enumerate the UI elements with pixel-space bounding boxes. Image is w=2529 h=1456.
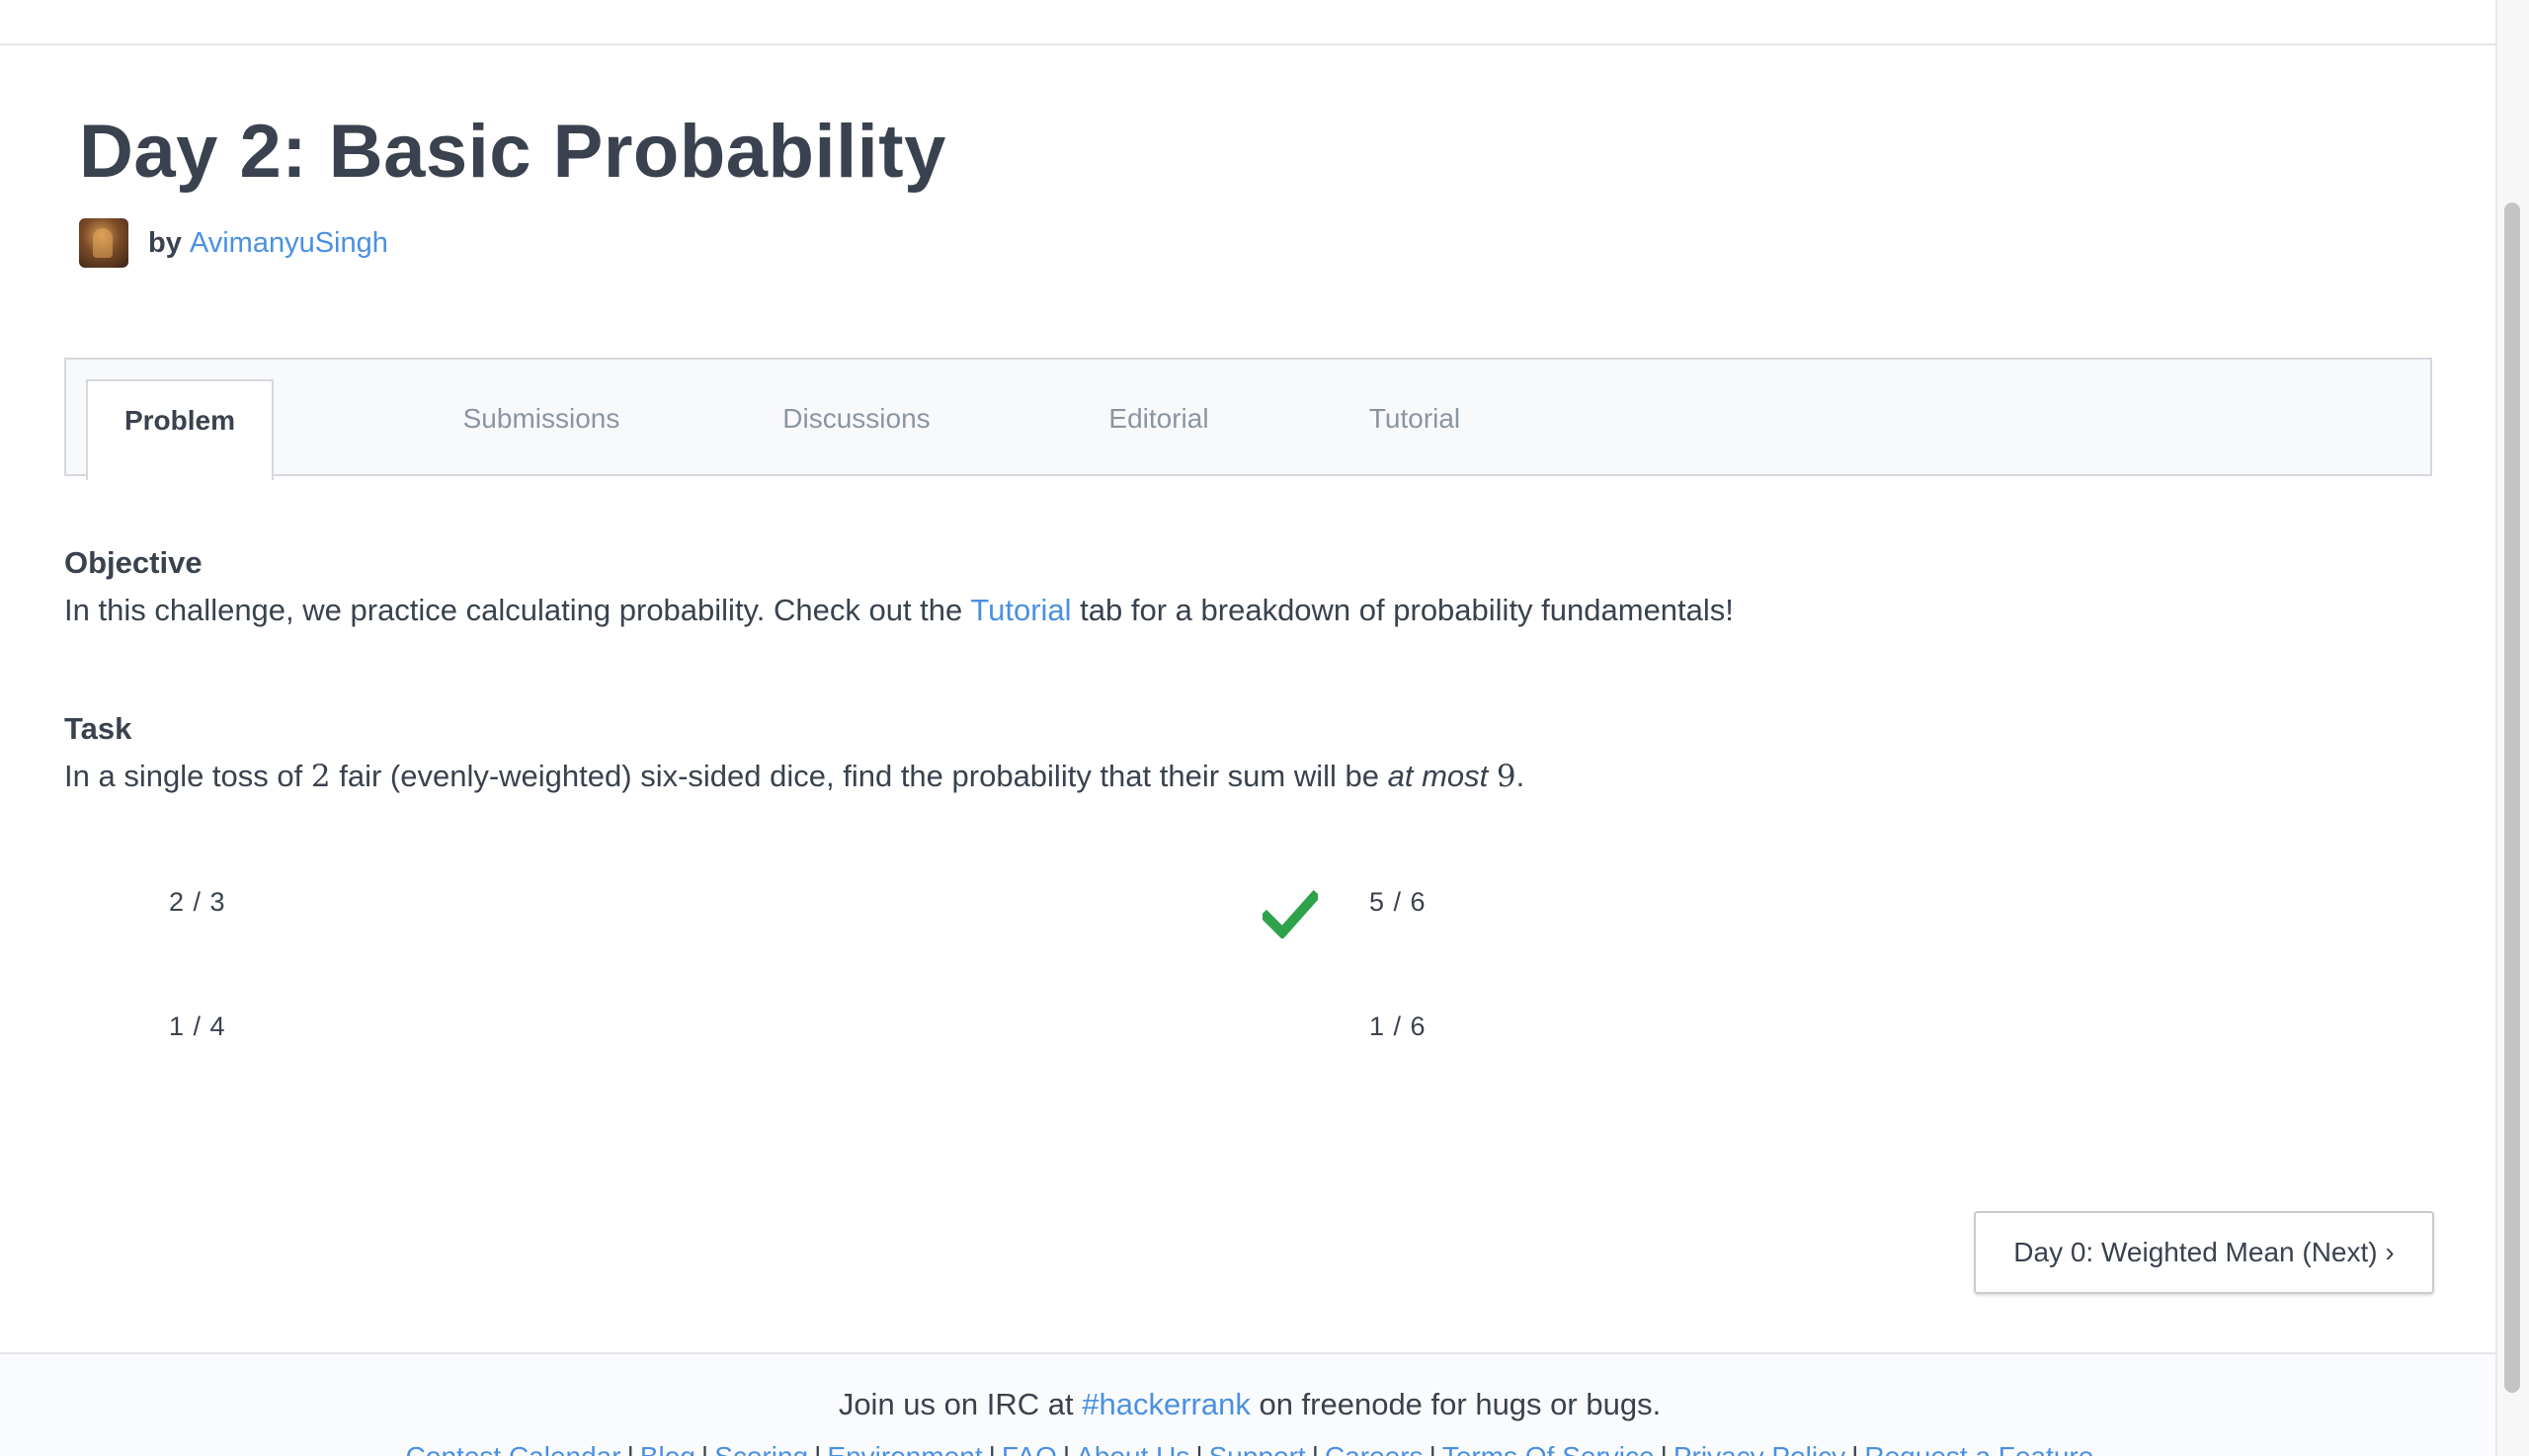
answer-option-5-6[interactable]: 5 / 6 <box>1369 887 1427 918</box>
footer-link-environment[interactable]: Environment <box>827 1441 982 1456</box>
page: Day 2: Basic Probability by AvimanyuSing… <box>0 0 2529 1456</box>
objective-text-before: In this challenge, we practice calculati… <box>64 593 963 627</box>
footer-link-terms-of-service[interactable]: Terms Of Service <box>1442 1441 1655 1456</box>
footer-separator: | <box>695 1441 714 1456</box>
task-text: In a single toss of 2 fair (evenly-weigh… <box>64 759 1524 794</box>
irc-text-before: Join us on IRC at <box>838 1387 1074 1421</box>
irc-text-after: on freenode for hugs or bugs. <box>1259 1387 1662 1421</box>
main-content: Day 2: Basic Probability by AvimanyuSing… <box>0 0 2499 1456</box>
footer-separator: | <box>808 1441 827 1456</box>
tab-discussions[interactable]: Discussions <box>720 379 993 478</box>
task-text-part1: In a single toss of <box>64 759 303 793</box>
task-text-end: . <box>1515 759 1525 793</box>
author-avatar[interactable] <box>79 218 128 268</box>
objective-text-after: tab for a breakdown of probability funda… <box>1080 593 1734 627</box>
objective-heading: Objective <box>64 545 203 580</box>
author-byline: by AvimanyuSingh <box>148 227 388 260</box>
objective-tutorial-link[interactable]: Tutorial <box>970 593 1071 627</box>
footer-separator: | <box>1845 1441 1864 1456</box>
footer-link-contest-calendar[interactable]: Contest Calendar <box>406 1441 621 1456</box>
task-text-part2: fair (evenly-weighted) six-sided dice, f… <box>339 759 1379 793</box>
next-challenge-button[interactable]: Day 0: Weighted Mean (Next) › <box>1974 1211 2434 1294</box>
footer-separator: | <box>1655 1441 1673 1456</box>
footer-link-faq[interactable]: FAQ <box>1002 1441 1057 1456</box>
footer: Join us on IRC at #hackerrank on freenod… <box>0 1352 2499 1456</box>
challenge-tabs: Problem Submissions Discussions Editoria… <box>64 358 2432 480</box>
footer-separator: | <box>1424 1441 1442 1456</box>
vertical-scrollbar[interactable] <box>2495 0 2529 1456</box>
author-link[interactable]: AvimanyuSingh <box>190 227 388 259</box>
footer-link-about-us[interactable]: About Us <box>1076 1441 1189 1456</box>
tab-submissions[interactable]: Submissions <box>400 379 683 478</box>
answer-option-1-4[interactable]: 1 / 4 <box>169 1011 226 1042</box>
author-prefix: by <box>148 226 182 259</box>
footer-link-careers[interactable]: Careers <box>1325 1441 1424 1456</box>
irc-line: Join us on IRC at #hackerrank on freenod… <box>0 1387 2499 1422</box>
footer-separator: | <box>1306 1441 1325 1456</box>
scrollbar-thumb[interactable] <box>2504 202 2520 1393</box>
author-row: by AvimanyuSingh <box>79 217 388 269</box>
footer-link-request-a-feature[interactable]: Request a Feature <box>1864 1441 2093 1456</box>
footer-link-support[interactable]: Support <box>1209 1441 1306 1456</box>
answer-option-1-6[interactable]: 1 / 6 <box>1369 1011 1427 1042</box>
footer-links: Contest Calendar|Blog|Scoring|Environmen… <box>0 1441 2499 1456</box>
task-heading: Task <box>64 711 132 746</box>
irc-channel-link[interactable]: #hackerrank <box>1082 1387 1251 1421</box>
footer-separator: | <box>1057 1441 1076 1456</box>
tab-tutorial[interactable]: Tutorial <box>1321 379 1509 478</box>
task-emphasis: at most <box>1387 759 1489 793</box>
tab-editorial[interactable]: Editorial <box>1050 379 1267 478</box>
footer-separator: | <box>621 1441 640 1456</box>
footer-separator: | <box>1189 1441 1208 1456</box>
answer-option-2-3[interactable]: 2 / 3 <box>169 887 226 918</box>
task-max-sum: 9 <box>1496 759 1516 794</box>
footer-link-blog[interactable]: Blog <box>640 1441 695 1456</box>
footer-separator: | <box>983 1441 1002 1456</box>
task-dice-count: 2 <box>310 759 331 794</box>
checkmark-icon <box>1263 889 1318 938</box>
tab-problem[interactable]: Problem <box>86 379 274 480</box>
top-navigation-strip <box>0 0 2499 45</box>
footer-link-scoring[interactable]: Scoring <box>714 1441 808 1456</box>
challenge-title: Day 2: Basic Probability <box>79 110 946 194</box>
objective-text: In this challenge, we practice calculati… <box>64 593 1734 628</box>
footer-link-privacy-policy[interactable]: Privacy Policy <box>1673 1441 1845 1456</box>
